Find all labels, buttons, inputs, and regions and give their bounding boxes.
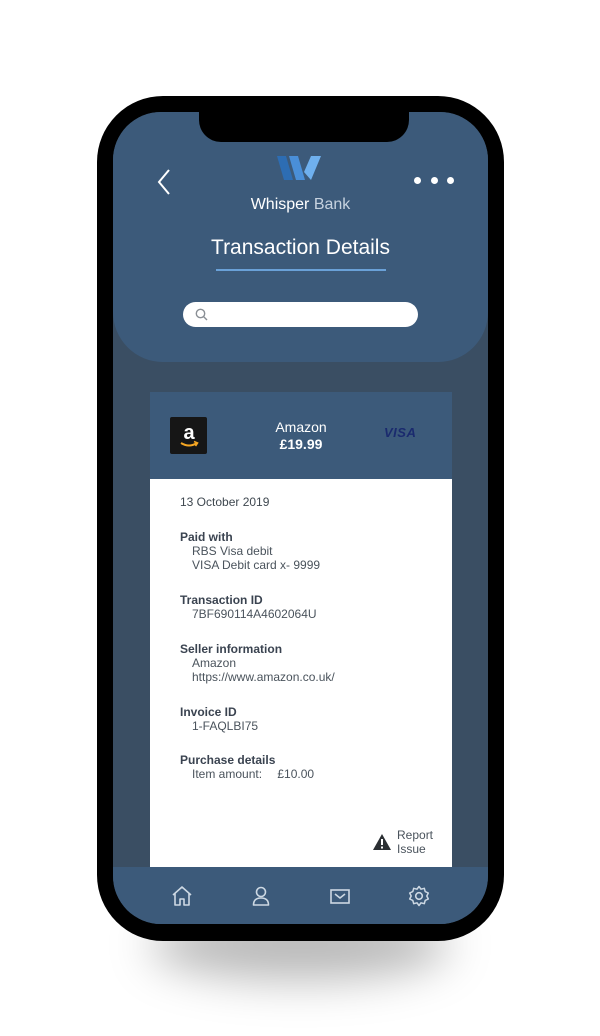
title-underline bbox=[216, 269, 386, 271]
report-issue-label: Report Issue bbox=[397, 828, 433, 856]
purchase-label: Purchase details bbox=[180, 753, 276, 767]
tab-profile[interactable] bbox=[241, 876, 281, 916]
transaction-amount: £19.99 bbox=[279, 436, 323, 452]
report-issue-button[interactable]: Report Issue bbox=[372, 828, 433, 856]
card-brand: VISA bbox=[384, 425, 417, 440]
whisper-bank-logo bbox=[277, 156, 321, 180]
dot-icon bbox=[430, 176, 438, 184]
warning-icon bbox=[373, 834, 391, 850]
svg-text:a: a bbox=[183, 422, 195, 444]
home-icon bbox=[172, 885, 192, 906]
merchant-summary: Amazon £19.99 bbox=[250, 419, 352, 453]
dot-icon bbox=[447, 176, 454, 184]
item-amount-value: £10.00 bbox=[277, 767, 315, 781]
purchase-item-row: Item amount: £10.00 bbox=[180, 767, 314, 781]
brand-name: Whisper Bank bbox=[113, 196, 488, 214]
brand-primary: Whisper bbox=[250, 196, 310, 213]
tab-home[interactable] bbox=[162, 876, 202, 916]
seller-label: Seller information bbox=[180, 642, 283, 656]
phone-screen: Whisper Bank Transaction Details a Amazo… bbox=[113, 112, 488, 924]
transaction-card: a Amazon £19.99 VISA 13 October 2019 Pai… bbox=[150, 392, 452, 872]
back-button[interactable] bbox=[149, 164, 179, 200]
paid-with-line2: VISA Debit card x- 9999 bbox=[192, 558, 321, 572]
transaction-id-label: Transaction ID bbox=[180, 593, 263, 607]
phone-frame: Whisper Bank Transaction Details a Amazo… bbox=[97, 96, 504, 941]
chevron-left-icon bbox=[157, 169, 170, 195]
app-header: Whisper Bank Transaction Details bbox=[113, 112, 488, 362]
mail-icon bbox=[330, 888, 350, 904]
search-bar[interactable] bbox=[183, 302, 418, 327]
report-line2: Issue bbox=[397, 842, 426, 856]
transaction-id-section: Transaction ID 7BF690114A4602064U bbox=[180, 593, 317, 621]
seller-name: Amazon bbox=[192, 656, 237, 670]
user-icon bbox=[252, 886, 270, 906]
seller-section: Seller information Amazon https://www.am… bbox=[180, 642, 335, 684]
transaction-id-value: 7BF690114A4602064U bbox=[192, 607, 317, 621]
phone-notch bbox=[199, 112, 409, 142]
search-icon bbox=[195, 308, 208, 321]
item-amount-label: Item amount: bbox=[192, 767, 263, 781]
amazon-logo: a bbox=[170, 417, 207, 454]
invoice-label: Invoice ID bbox=[180, 705, 237, 719]
invoice-section: Invoice ID 1-FAQLBI75 bbox=[180, 705, 258, 733]
search-input[interactable] bbox=[214, 303, 418, 326]
report-line1: Report bbox=[397, 828, 434, 842]
dot-icon bbox=[414, 176, 421, 184]
page-title: Transaction Details bbox=[211, 236, 390, 259]
purchase-section: Purchase details Item amount: £10.00 bbox=[180, 753, 314, 781]
more-options-button[interactable] bbox=[414, 172, 454, 188]
brand-secondary: Bank bbox=[313, 196, 351, 213]
settings-icon bbox=[408, 885, 429, 906]
seller-url[interactable]: https://www.amazon.co.uk/ bbox=[180, 670, 335, 684]
paid-with-label: Paid with bbox=[180, 530, 233, 544]
paid-with-line1: RBS Visa debit bbox=[192, 544, 273, 558]
merchant-name: Amazon bbox=[275, 419, 327, 435]
amazon-logo-mark: a bbox=[179, 422, 199, 446]
visa-logo: VISA bbox=[384, 425, 416, 440]
transaction-summary: a Amazon £19.99 VISA bbox=[150, 392, 452, 479]
bottom-tab-bar bbox=[113, 867, 488, 924]
invoice-value: 1-FAQLBI75 bbox=[192, 719, 259, 733]
tab-messages[interactable] bbox=[320, 876, 360, 916]
transaction-date: 13 October 2019 bbox=[180, 495, 270, 509]
paid-with-section: Paid with RBS Visa debit VISA Debit card… bbox=[180, 530, 320, 572]
tab-settings[interactable] bbox=[399, 876, 439, 916]
